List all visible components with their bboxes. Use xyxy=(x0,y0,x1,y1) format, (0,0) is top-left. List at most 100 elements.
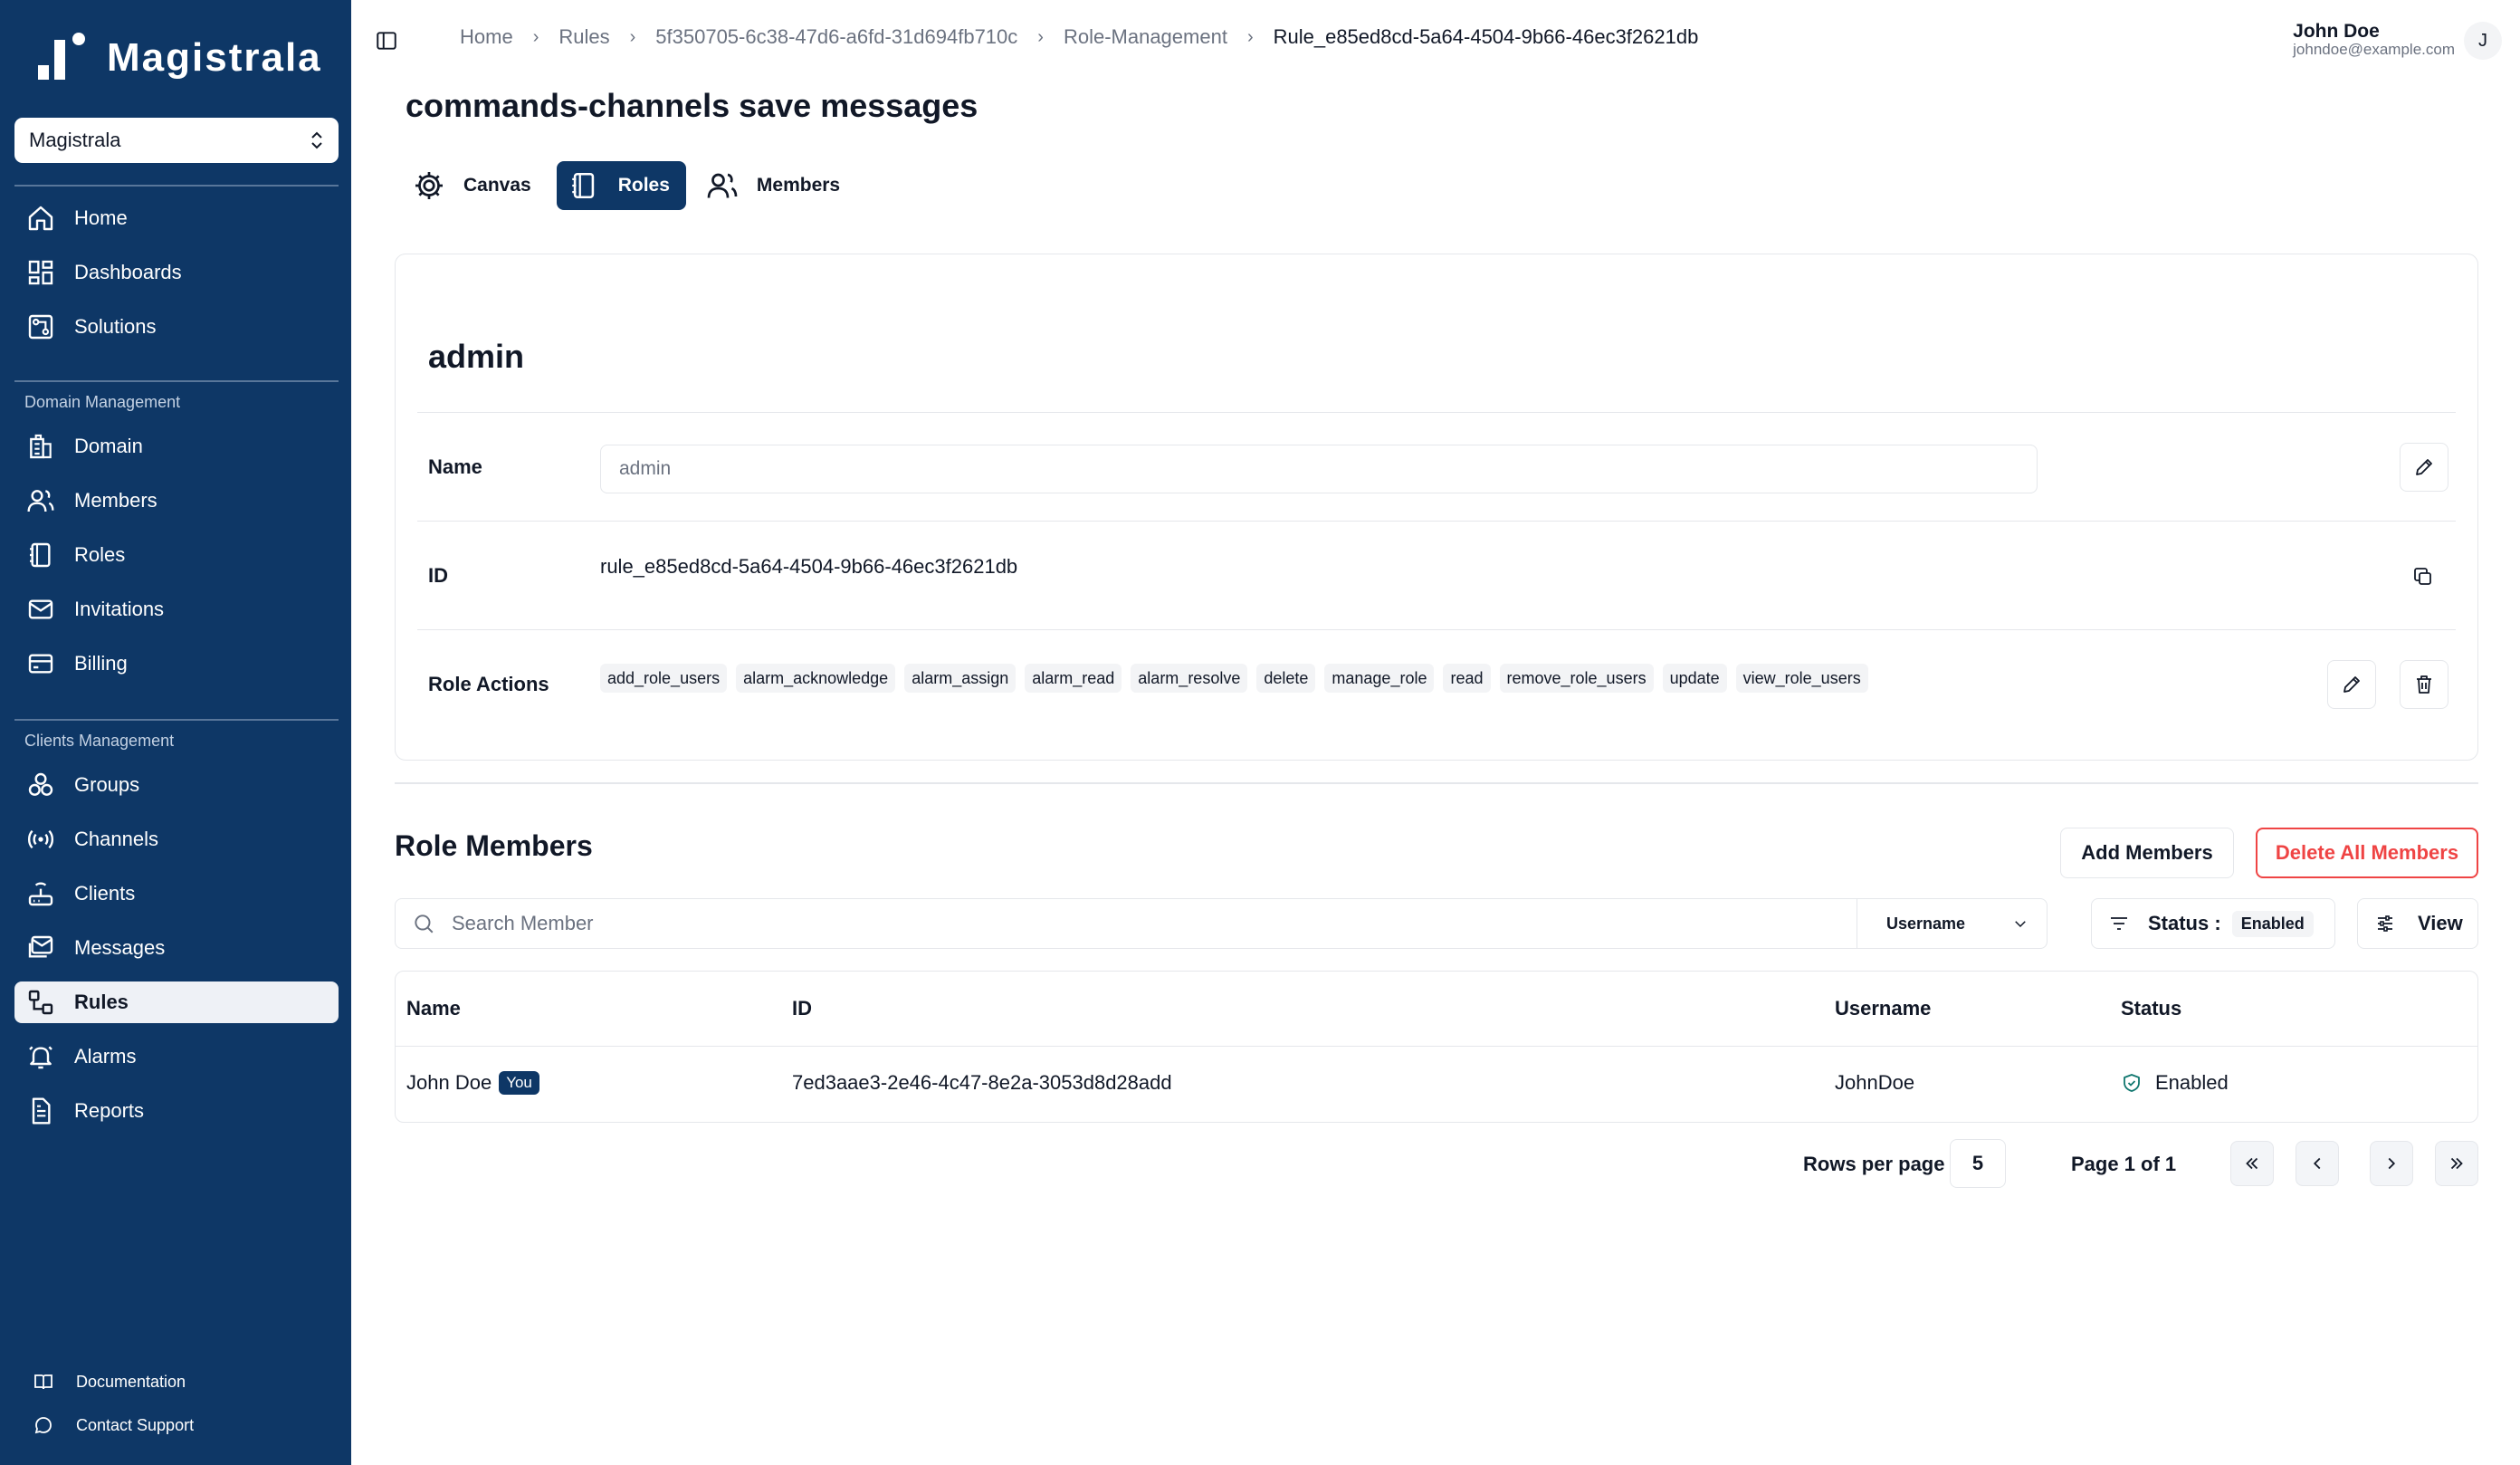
column-header-status[interactable]: Status xyxy=(2121,997,2181,1020)
view-label: View xyxy=(2418,912,2463,934)
avatar[interactable]: J xyxy=(2464,22,2502,60)
search-icon xyxy=(412,912,435,935)
chevron-right-icon: › xyxy=(532,26,539,47)
member-id: 7ed3aae3-2e46-4c47-8e2a-3053d8d28add xyxy=(792,1071,1172,1094)
breadcrumb-item-role-management[interactable]: Role-Management xyxy=(1064,25,1227,49)
role-action-chip: add_role_users xyxy=(600,664,728,693)
page-title: commands-channels save messages xyxy=(406,87,978,124)
user-email: johndoe@example.com xyxy=(2293,41,2455,58)
mail-icon xyxy=(25,594,56,625)
breadcrumb: Home › Rules › 5f350705-6c38-47d6-a6fd-3… xyxy=(460,25,1698,49)
sidebar-item-label: Clients xyxy=(74,882,136,905)
sidebar-item-messages[interactable]: Messages xyxy=(14,927,339,969)
sidebar-item-clients[interactable]: Clients xyxy=(14,873,339,914)
table-row-name[interactable]: John Doe You xyxy=(406,1071,539,1095)
column-header-name[interactable]: Name xyxy=(406,997,461,1020)
breadcrumb-item-rules[interactable]: Rules xyxy=(558,25,609,49)
sidebar-item-label: Members xyxy=(74,489,158,512)
tab-label: Roles xyxy=(617,175,670,196)
documentation-link[interactable]: Documentation xyxy=(14,1371,186,1393)
delete-all-members-button[interactable]: Delete All Members xyxy=(2256,828,2478,878)
sidebar-toggle-button[interactable] xyxy=(375,29,398,53)
user-info[interactable]: John Doe johndoe@example.com xyxy=(2293,22,2455,58)
role-action-chip: read xyxy=(1443,664,1491,693)
pencil-icon xyxy=(2413,456,2435,478)
member-search: Username xyxy=(395,898,2048,949)
table-header-divider xyxy=(396,1046,2477,1047)
router-icon xyxy=(25,878,56,909)
status-text: Enabled xyxy=(2155,1071,2229,1094)
role-action-chip: alarm_assign xyxy=(904,664,1017,693)
sidebar-item-reports[interactable]: Reports xyxy=(14,1090,339,1132)
sidebar-item-groups[interactable]: Groups xyxy=(14,764,339,806)
search-field-select[interactable]: Username xyxy=(1857,899,2047,948)
domain-select[interactable]: Magistrala xyxy=(14,118,339,163)
sidebar-item-label: Invitations xyxy=(74,598,165,620)
view-options-button[interactable]: View xyxy=(2357,898,2478,949)
sidebar-item-alarms[interactable]: Alarms xyxy=(14,1036,339,1077)
sidebar-item-roles[interactable]: Roles xyxy=(14,534,339,576)
last-page-button[interactable] xyxy=(2435,1141,2478,1186)
delete-role-button[interactable] xyxy=(2400,660,2448,709)
first-page-button[interactable] xyxy=(2230,1141,2274,1186)
home-icon xyxy=(25,203,56,234)
sidebar-item-label: Roles xyxy=(74,543,126,566)
copy-icon xyxy=(2412,566,2434,588)
next-page-button[interactable] xyxy=(2370,1141,2413,1186)
sidebar-item-home[interactable]: Home xyxy=(14,197,339,239)
role-id-value: rule_e85ed8cd-5a64-4504-9b66-46ec3f2621d… xyxy=(600,555,1018,578)
role-card: admin Name admin ID rule_e85ed8cd-5a64-4… xyxy=(395,254,2478,761)
edit-actions-button[interactable] xyxy=(2327,660,2376,709)
tab-roles[interactable]: Roles xyxy=(556,161,686,210)
breadcrumb-item-home[interactable]: Home xyxy=(460,25,513,49)
member-status: Enabled xyxy=(2121,1071,2229,1095)
status-filter-value: Enabled xyxy=(2231,910,2314,937)
breadcrumb-item-rule-id[interactable]: 5f350705-6c38-47d6-a6fd-31d694fb710c xyxy=(655,25,1017,49)
role-name-field[interactable]: admin xyxy=(600,445,2038,493)
sidebar-item-domain[interactable]: Domain xyxy=(14,426,339,467)
search-field-value: Username xyxy=(1886,914,1966,933)
search-input[interactable] xyxy=(450,911,1808,936)
sliders-icon xyxy=(2374,913,2396,934)
chevron-left-icon xyxy=(2307,1154,2327,1173)
sidebar-item-label: Dashboards xyxy=(74,261,182,283)
tab-canvas[interactable]: Canvas xyxy=(402,161,548,210)
app-logo[interactable]: Magistrala xyxy=(34,33,322,83)
sidebar-item-invitations[interactable]: Invitations xyxy=(14,589,339,630)
rows-per-page-select[interactable]: 5 xyxy=(1950,1139,2006,1188)
sidebar-item-dashboards[interactable]: Dashboards xyxy=(14,252,339,293)
sidebar-item-label: Channels xyxy=(74,828,158,850)
contact-support-link[interactable]: Contact Support xyxy=(14,1414,194,1436)
copy-id-button[interactable] xyxy=(2407,560,2439,593)
sidebar-item-rules[interactable]: Rules xyxy=(14,981,339,1023)
sidebar-item-solutions[interactable]: Solutions xyxy=(14,306,339,348)
role-action-chip: alarm_read xyxy=(1025,664,1122,693)
member-username: JohnDoe xyxy=(1835,1071,1915,1094)
sidebar-item-label: Billing xyxy=(74,652,128,675)
chevron-right-icon: › xyxy=(629,26,636,47)
column-header-username[interactable]: Username xyxy=(1835,997,1931,1020)
column-header-id[interactable]: ID xyxy=(792,997,812,1020)
role-action-chip: remove_role_users xyxy=(1499,664,1654,693)
domain-management-label: Domain Management xyxy=(24,393,181,411)
previous-page-button[interactable] xyxy=(2296,1141,2339,1186)
sidebar-item-label: Reports xyxy=(74,1099,145,1122)
add-members-button[interactable]: Add Members xyxy=(2060,828,2234,878)
edit-name-button[interactable] xyxy=(2400,443,2448,492)
sidebar-divider xyxy=(14,185,339,187)
sidebar-item-members[interactable]: Members xyxy=(14,480,339,522)
sidebar-divider xyxy=(14,380,339,382)
sidebar-item-label: Rules xyxy=(74,991,129,1013)
sidebar-item-billing[interactable]: Billing xyxy=(14,643,339,685)
status-filter-button[interactable]: Status : Enabled xyxy=(2091,898,2335,949)
section-divider xyxy=(395,782,2478,784)
role-members-title: Role Members xyxy=(395,829,593,862)
sidebar-item-channels[interactable]: Channels xyxy=(14,819,339,860)
tab-label: Canvas xyxy=(463,175,531,196)
page-info: Page 1 of 1 xyxy=(2071,1153,2177,1175)
bell-icon xyxy=(25,1041,56,1072)
clients-management-label: Clients Management xyxy=(24,732,175,750)
messages-icon xyxy=(25,933,56,963)
role-action-chip: alarm_acknowledge xyxy=(736,664,896,693)
tab-members[interactable]: Members xyxy=(695,161,856,210)
